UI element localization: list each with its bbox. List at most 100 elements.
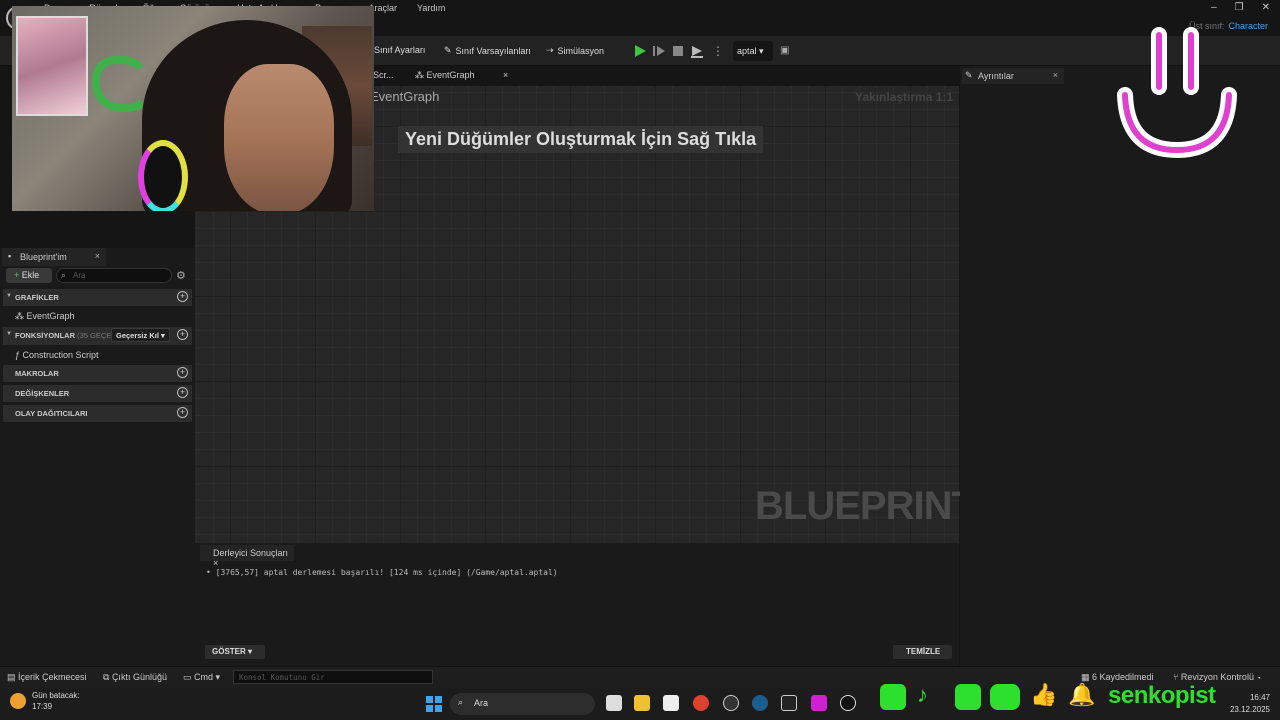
add-macro-icon[interactable]: +	[177, 367, 188, 378]
file-explorer-icon[interactable]	[634, 695, 650, 711]
store-icon[interactable]	[663, 695, 679, 711]
kick-icon	[955, 684, 981, 710]
close-icon[interactable]: ×	[1053, 70, 1058, 80]
override-dropdown[interactable]: Geçersiz Kıl ▾	[111, 328, 170, 342]
content-drawer-icon: ▤	[7, 672, 19, 682]
eject-icon[interactable]	[690, 44, 704, 58]
stop-icon[interactable]	[671, 44, 685, 58]
windows-start-icon[interactable]	[426, 696, 442, 712]
taskbar-search-label: Ara	[474, 698, 489, 708]
clear-button[interactable]: TEMİZLE	[893, 645, 952, 659]
step-icon[interactable]	[652, 44, 666, 58]
details-tab[interactable]: ✎ Ayrıntılar ×	[962, 68, 1064, 84]
add-function-icon[interactable]: +	[177, 329, 188, 340]
youtube-icon	[990, 684, 1020, 710]
graph-icon: ⁂	[15, 311, 27, 321]
graph-hint: Yeni Düğümler Oluşturmak İçin Sağ Tıkla	[398, 126, 764, 153]
console-input[interactable]: Konsol Komutunu Gir	[233, 670, 433, 684]
my-blueprint-tab-label: Blueprint'im	[20, 252, 67, 262]
section-functions-label: FONKSİYONLAR	[15, 331, 75, 340]
section-macros[interactable]: MAKROLAR +	[3, 365, 192, 382]
section-variables[interactable]: DEĞİŞKENLER +	[3, 385, 192, 402]
blueprint-icon: ▪	[8, 251, 12, 261]
tiktok-icon: ♪	[917, 682, 928, 707]
menu-help[interactable]: Yardım	[417, 3, 445, 13]
compiler-results-tab[interactable]: Derleyici Sonuçları ×	[200, 545, 294, 568]
obs-icon[interactable]	[723, 695, 739, 711]
headset	[138, 140, 188, 211]
section-event-dispatchers[interactable]: OLAY DAĞITICILARI +	[3, 405, 192, 422]
close-button[interactable]: ✕	[1262, 2, 1270, 13]
maximize-button[interactable]: ❐	[1235, 2, 1244, 13]
graph-item-label: EventGraph	[26, 311, 75, 321]
content-drawer-button[interactable]: ▤ İçerik Çekmecesi	[7, 672, 87, 683]
section-functions[interactable]: ▼ FONKSİYONLAR (35 GEÇERSİZ Geçersiz Kıl ▾…	[3, 327, 192, 345]
class-defaults-button[interactable]: ✎ Sınıf Varsayılanları	[444, 45, 531, 56]
clock-date: 23.12.2025	[1229, 705, 1270, 714]
minimize-button[interactable]: –	[1211, 2, 1217, 13]
my-blueprint-tab[interactable]: ▪ Blueprint'im ×	[2, 248, 106, 266]
log-icon: ⧉	[103, 672, 112, 682]
close-icon[interactable]: ×	[95, 251, 100, 261]
clock-time: 16:47	[1249, 693, 1270, 702]
app-pink-icon[interactable]	[811, 695, 827, 711]
section-dispatchers-label: OLAY DAĞITICILARI	[15, 409, 88, 418]
chrome-icon[interactable]	[693, 695, 709, 711]
graph-tabs-bar: Scr... ⁂ EventGraph ×	[365, 66, 960, 86]
window-controls: – ❐ ✕	[1211, 2, 1270, 13]
tab-eventgraph[interactable]: ⁂ EventGraph	[415, 70, 475, 81]
browse-icon[interactable]: ▣	[780, 45, 789, 56]
output-log-button[interactable]: ⧉ Çıktı Günlüğü	[103, 672, 167, 683]
add-dispatcher-icon[interactable]: +	[177, 407, 188, 418]
taskbar-clock[interactable]: 16:47 23.12.2025	[1222, 692, 1270, 716]
function-item-construction-script[interactable]: ƒ Construction Script	[15, 350, 99, 360]
settings-gear-icon[interactable]: ⚙	[176, 269, 186, 282]
terminal-icon: ▭	[183, 672, 195, 682]
unreal-engine-icon[interactable]	[840, 695, 856, 711]
compiler-message: • [3765,57] aptal derlemesi başarılı! [1…	[206, 568, 558, 577]
revision-control-button[interactable]: ⑂ Revizyon Kontrolü ▾	[1173, 672, 1262, 682]
show-button-label: GÖSTER	[212, 647, 246, 656]
debug-object-dropdown[interactable]: aptal ▾	[733, 41, 773, 61]
add-button[interactable]: + Ekle	[6, 268, 52, 283]
plus-icon: +	[14, 270, 20, 280]
revision-label: Revizyon Kontrolü	[1180, 672, 1254, 682]
close-icon[interactable]: ×	[213, 558, 218, 568]
pencil-icon: ✎	[444, 45, 452, 55]
steam-icon[interactable]	[752, 695, 768, 711]
save-icon: ▦	[1081, 672, 1093, 682]
graph-item-eventgraph[interactable]: ⁂ EventGraph	[15, 311, 75, 322]
compiler-results-tab-label: Derleyici Sonuçları	[213, 548, 289, 558]
simulation-icon: ⇢	[546, 45, 554, 55]
search-input[interactable]: ⌕ Ara	[56, 268, 172, 283]
simulation-label: Simülasyon	[557, 45, 605, 56]
tab-construction-script[interactable]: Scr...	[373, 70, 394, 80]
show-button[interactable]: GÖSTER ▾	[205, 645, 265, 659]
section-graphs[interactable]: ▼ GRAFİKLER +	[3, 289, 192, 306]
streamer-brand: senkopist	[1108, 682, 1216, 709]
epic-games-icon[interactable]	[781, 695, 797, 711]
pencil-icon: ✎	[965, 70, 973, 80]
play-icon[interactable]	[633, 44, 647, 58]
function-item-label: Construction Script	[22, 350, 99, 360]
search-placeholder: Ara	[73, 271, 86, 280]
add-graph-icon[interactable]: +	[177, 291, 188, 302]
close-icon[interactable]: ×	[503, 70, 508, 80]
simulation-button[interactable]: ⇢ Simülasyon	[546, 45, 604, 56]
blueprint-watermark: BLUEPRINT	[755, 484, 976, 528]
more-options-icon[interactable]: ⋮	[712, 44, 724, 58]
search-icon: ⌕	[458, 697, 464, 707]
class-settings-label: Sınıf Ayarları	[374, 45, 426, 55]
cmd-dropdown[interactable]: ▭ Cmd ▾	[183, 672, 220, 683]
task-view-icon[interactable]	[606, 695, 622, 711]
streamer-face	[224, 64, 334, 211]
weather-widget[interactable]: Gün batacak: 17:39	[10, 690, 80, 712]
taskbar-search[interactable]: ⌕ Ara	[450, 693, 595, 715]
chevron-down-icon: ▼	[6, 293, 12, 299]
sunset-icon	[10, 693, 26, 709]
webcam-overlay	[12, 6, 374, 211]
instagram-icon	[880, 684, 906, 710]
section-macros-label: MAKROLAR	[15, 369, 59, 378]
class-settings-button[interactable]: Sınıf Ayarları	[374, 45, 425, 55]
add-variable-icon[interactable]: +	[177, 387, 188, 398]
